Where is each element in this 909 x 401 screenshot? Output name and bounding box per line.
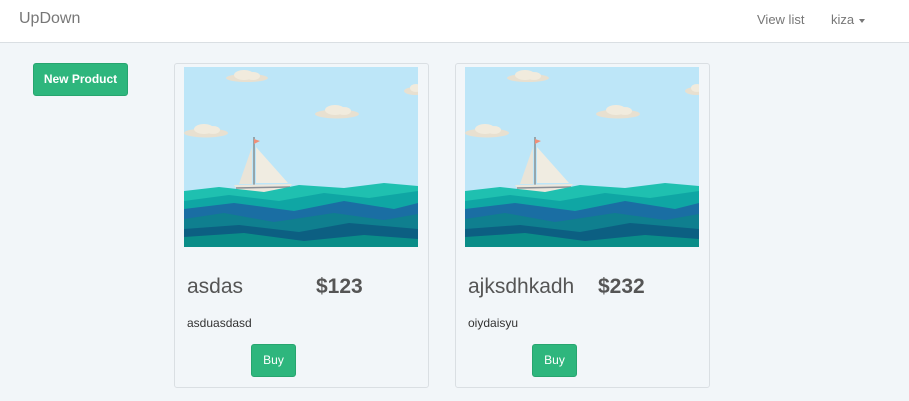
product-image	[465, 67, 699, 247]
product-name: asdas	[187, 275, 244, 298]
product-description: asduasdasd	[187, 316, 252, 330]
product-image	[184, 67, 418, 247]
user-name: kiza	[831, 12, 855, 27]
brand-logo[interactable]: UpDown	[19, 10, 80, 28]
product-price: $232	[598, 275, 645, 298]
top-navbar: UpDown View list kiza	[0, 0, 909, 43]
product-card: ajksdhkadh $232 oiydaisyu Buy	[455, 63, 710, 388]
chevron-down-icon	[859, 18, 866, 23]
product-price: $123	[316, 275, 363, 298]
product-description: oiydaisyu	[468, 316, 519, 330]
buy-button[interactable]: Buy	[251, 344, 296, 377]
product-card: asdas $123 asduasdasd Buy	[174, 63, 429, 388]
product-name: ajksdhkadh	[468, 275, 575, 298]
new-product-button[interactable]: New Product	[33, 63, 128, 96]
user-menu[interactable]: kiza	[831, 12, 866, 27]
view-list-link[interactable]: View list	[757, 12, 804, 27]
buy-button[interactable]: Buy	[532, 344, 577, 377]
